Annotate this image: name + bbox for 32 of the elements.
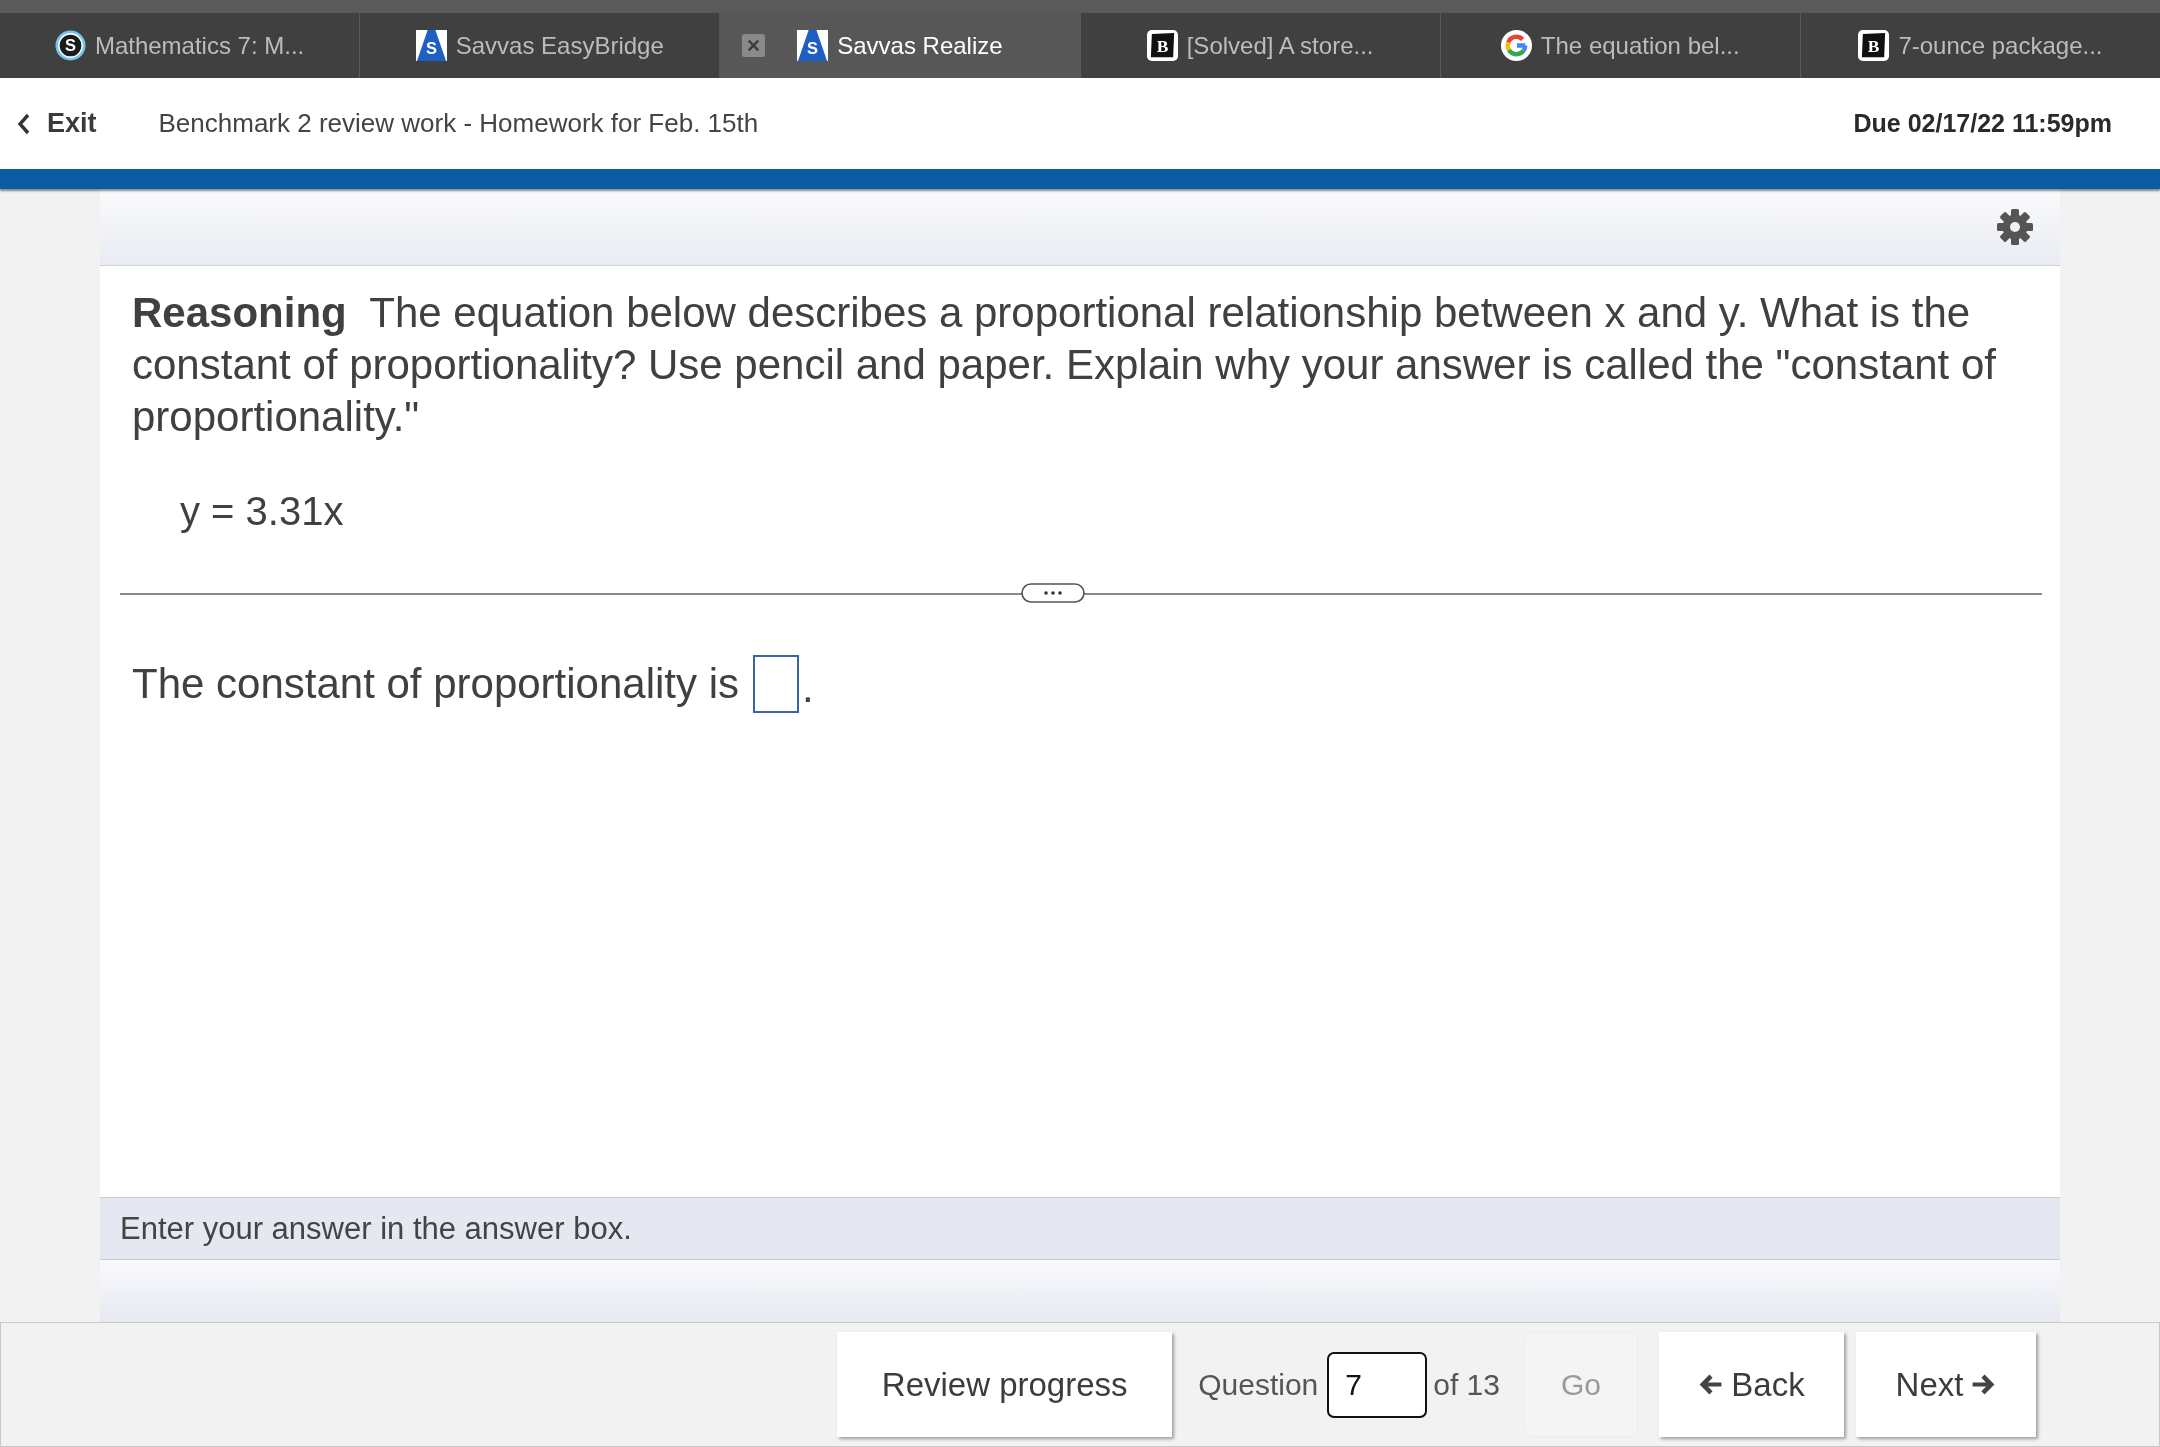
exit-button[interactable]: Exit bbox=[18, 108, 97, 139]
square-logo-icon: B bbox=[1146, 30, 1178, 61]
question-text: Reasoning The equation below describes a proportional relationship between x and y. What is the constant of proportionality? Use pencil and paper. Explain why your answer is called the "constant of proportionality." bbox=[132, 288, 1997, 442]
question-total: of 13 bbox=[1433, 1367, 1500, 1402]
close-icon[interactable] bbox=[742, 34, 766, 57]
g-logo-icon bbox=[1500, 30, 1532, 61]
chevron-left-icon bbox=[18, 112, 30, 135]
gear-icon[interactable] bbox=[1996, 208, 2034, 246]
browser-tab[interactable]: B [Solved] A store... bbox=[1079, 13, 1440, 78]
answer-box[interactable] bbox=[753, 654, 799, 713]
triangle-logo-icon: S bbox=[797, 30, 829, 61]
review-progress-button[interactable]: Review progress bbox=[837, 1332, 1173, 1437]
triangle-logo-icon: S bbox=[415, 30, 447, 61]
browser-tab[interactable]: S Savvas EasyBridge bbox=[359, 13, 720, 78]
question-number-field[interactable]: 7 bbox=[1327, 1351, 1428, 1418]
answer-sentence: The constant of proportionality is bbox=[132, 659, 739, 708]
circle-logo-icon: S bbox=[54, 30, 86, 61]
next-button[interactable]: Next bbox=[1856, 1332, 2036, 1437]
ellipsis-icon[interactable] bbox=[1021, 583, 1085, 603]
back-button[interactable]: Back bbox=[1659, 1332, 1844, 1437]
question-label: Question bbox=[1198, 1367, 1319, 1402]
equation: y = 3.31x bbox=[180, 488, 344, 535]
browser-tab[interactable]: The equation bel... bbox=[1439, 13, 1800, 78]
period-text: . bbox=[802, 662, 814, 713]
arrow-left-icon bbox=[1698, 1372, 1724, 1397]
browser-tab[interactable]: S Mathematics 7: M... bbox=[0, 13, 360, 78]
browser-tab[interactable]: B 7-ounce package... bbox=[1799, 13, 2160, 78]
instruction-text: Enter your answer in the answer box. bbox=[120, 1210, 632, 1247]
assignment-title: Benchmark 2 review work - Homework for Feb. 15th bbox=[158, 108, 759, 139]
arrow-right-icon bbox=[1971, 1372, 1997, 1397]
due-date: Due 02/17/22 11:59pm bbox=[1853, 109, 2112, 138]
square-logo-icon: B bbox=[1858, 30, 1890, 61]
